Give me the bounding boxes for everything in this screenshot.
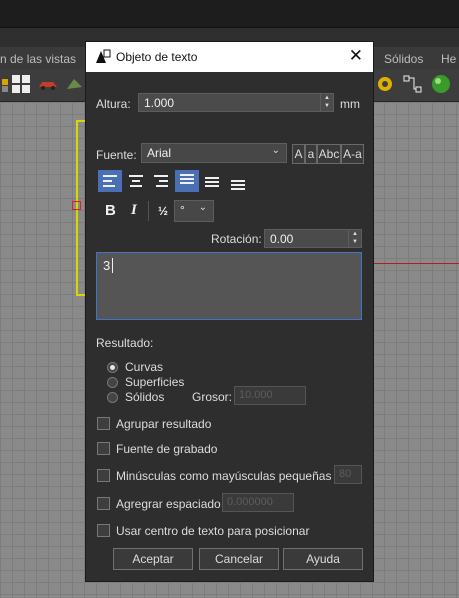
fraction-button[interactable]: ½ <box>158 204 168 218</box>
dialog-title: Objeto de texto <box>116 50 198 64</box>
radio-curvas-label: Curvas <box>125 360 164 374</box>
radio-superficies[interactable] <box>107 377 118 388</box>
smallcaps-percent-value: 80 <box>339 468 352 480</box>
connector-icon[interactable] <box>402 73 424 95</box>
rotacion-stepper[interactable]: ▲ ▼ <box>348 230 361 247</box>
checkbox-agrupar[interactable] <box>97 417 110 430</box>
globe-icon[interactable] <box>430 73 452 95</box>
altura-unit: mm <box>340 97 360 111</box>
cancel-button[interactable]: Cancelar <box>199 548 279 570</box>
smallcaps-percent-input[interactable]: 80 <box>334 465 362 484</box>
checkbox-minusculas[interactable] <box>97 469 110 482</box>
rotacion-input[interactable]: 0.00 ▲ ▼ <box>264 229 362 248</box>
tab-herramientas[interactable]: He <box>441 52 456 66</box>
app-title-bar <box>0 0 459 28</box>
gear-icon[interactable] <box>374 73 396 95</box>
text-content-field[interactable]: 3 <box>96 252 362 320</box>
checkbox-espaciado-label: Agregrar espaciado <box>116 497 221 511</box>
case-title-button[interactable]: Abc <box>317 144 341 164</box>
viewport-layout-icon[interactable] <box>10 73 32 95</box>
chevron-down-icon: ⌄ <box>271 145 280 156</box>
checkbox-centro[interactable] <box>97 524 110 537</box>
align-left-button[interactable] <box>98 170 122 192</box>
tab-solidos[interactable]: Sólidos <box>384 52 423 66</box>
resultado-label: Resultado: <box>96 336 154 350</box>
espaciado-value: 0.000000 <box>227 496 273 508</box>
align-center-button[interactable] <box>124 170 148 192</box>
fuente-label: Fuente: <box>96 148 137 162</box>
symbol-value: ° <box>180 203 185 217</box>
dialog-titlebar[interactable]: Objeto de texto ✕ <box>86 42 373 72</box>
symbol-select[interactable]: ° ⌄ <box>174 200 214 222</box>
insertion-point-marker <box>72 201 81 210</box>
rotacion-value: 0.00 <box>270 232 294 246</box>
radio-solidos[interactable] <box>107 392 118 403</box>
espaciado-input[interactable]: 0.000000 <box>222 493 294 512</box>
case-toggle-button[interactable]: A-a <box>341 144 364 164</box>
x-axis-line <box>372 263 459 264</box>
checkbox-grabado[interactable] <box>97 442 110 455</box>
altura-value: 1.000 <box>144 96 175 110</box>
text-object-icon <box>96 49 111 63</box>
toolbar-separator <box>148 201 149 221</box>
chevron-down-icon: ⌄ <box>198 202 207 213</box>
font-value: Arial <box>147 146 172 160</box>
grosor-value: 10.000 <box>239 389 273 401</box>
altura-label: Altura: <box>96 97 131 111</box>
altura-stepper[interactable]: ▲ ▼ <box>320 94 333 111</box>
rotacion-label: Rotación: <box>211 232 262 246</box>
grosor-input[interactable]: 10.000 <box>234 386 306 405</box>
align-top-button[interactable] <box>175 170 199 192</box>
text-content-value: 3 <box>103 258 111 273</box>
case-upper-button[interactable]: A <box>292 144 305 164</box>
accept-button[interactable]: Aceptar <box>113 548 193 570</box>
align-right-button[interactable] <box>149 170 173 192</box>
tab-vistas[interactable]: n de las vistas <box>0 52 76 66</box>
material-icon[interactable] <box>64 73 86 95</box>
align-middle-button[interactable] <box>200 170 224 192</box>
italic-button[interactable]: I <box>131 202 137 219</box>
checkbox-agrupar-label: Agrupar resultado <box>116 417 212 431</box>
font-select[interactable]: Arial ⌄ <box>141 143 287 163</box>
help-button[interactable]: Ayuda <box>283 548 363 570</box>
bold-button[interactable]: B <box>105 202 116 219</box>
grosor-label: Grosor: <box>192 390 233 404</box>
radio-solidos-label: Sólidos <box>125 390 165 404</box>
radio-curvas[interactable] <box>107 362 118 373</box>
text-object-dialog: Objeto de texto ✕ Altura: 1.000 ▲ ▼ mm Fu… <box>85 41 374 582</box>
checkbox-centro-label: Usar centro de texto para posicionar <box>116 524 310 538</box>
radio-superficies-label: Superficies <box>125 375 185 389</box>
align-bottom-button[interactable] <box>226 170 250 192</box>
text-caret <box>112 258 113 273</box>
close-icon[interactable]: ✕ <box>349 46 363 66</box>
case-lower-button[interactable]: a <box>305 144 317 164</box>
checkbox-espaciado[interactable] <box>97 497 110 510</box>
checkbox-grabado-label: Fuente de grabado <box>116 442 218 456</box>
altura-input[interactable]: 1.000 ▲ ▼ <box>138 93 334 112</box>
checkbox-minusculas-label: Minúsculas como mayúsculas pequeñas <box>116 469 332 483</box>
car-render-icon[interactable] <box>37 73 59 95</box>
